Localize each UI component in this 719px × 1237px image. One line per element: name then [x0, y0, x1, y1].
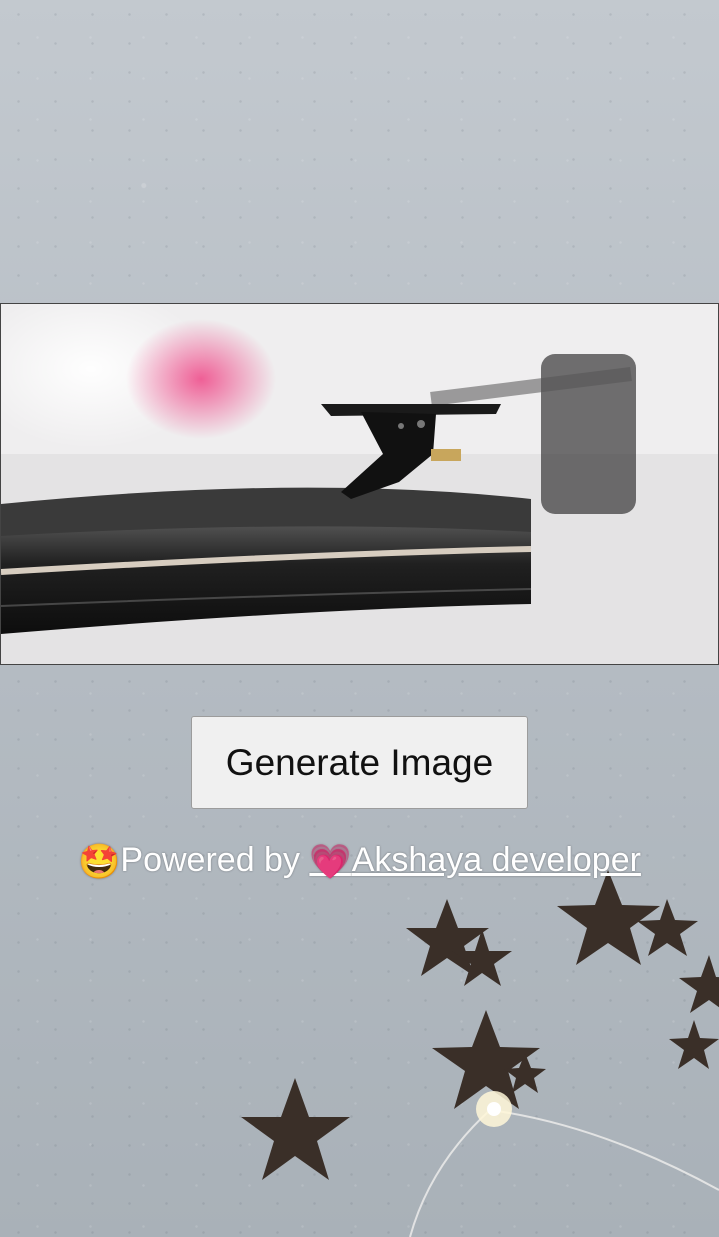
powered-by-credit: 🤩Powered by 💗Akshaya developer — [0, 841, 719, 882]
turntable-illustration — [1, 304, 718, 664]
powered-by-text: Powered by — [120, 841, 310, 879]
developer-link[interactable]: 💗Akshaya developer — [309, 841, 641, 882]
developer-name: Akshaya developer — [351, 841, 641, 879]
star-struck-emoji-icon: 🤩 — [78, 842, 121, 882]
turntable-photo — [0, 303, 719, 665]
generate-image-button[interactable]: Generate Image — [191, 716, 528, 809]
heart-icon: 💗 — [309, 842, 352, 882]
